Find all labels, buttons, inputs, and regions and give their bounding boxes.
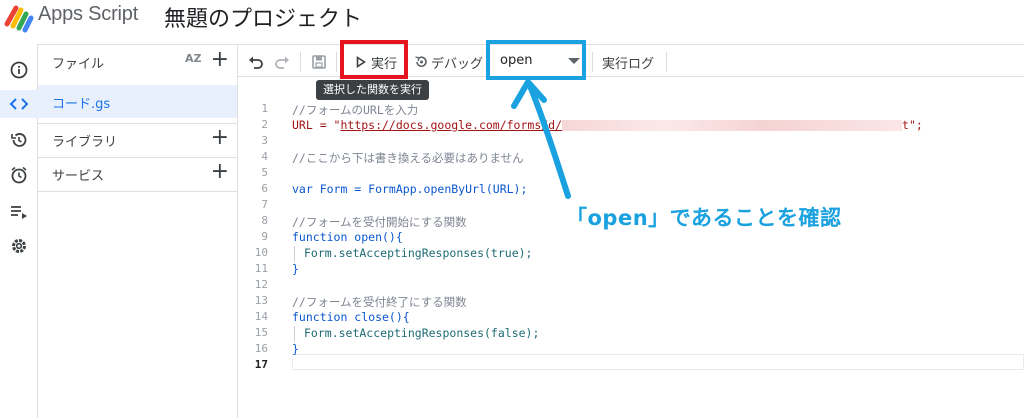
code-line-function: function open(){ [292,230,403,244]
project-title[interactable]: 無題のプロジェクト [164,1,362,33]
annotation-text: 「open」であることを確認 [566,206,842,230]
line-number: 4 [261,150,268,163]
code-line-comment: //ここから下は書き換える必要はありません [292,151,524,165]
redacted-form-id [562,120,903,131]
line-number: 11 [254,262,268,275]
sort-az-icon[interactable]: AZ [185,52,202,65]
code-icon[interactable] [0,90,38,118]
line-number: 12 [254,278,268,291]
left-rail [0,44,38,418]
settings-icon[interactable] [0,232,38,260]
libraries-header: ライブラリ + [38,123,237,156]
top-bar: Apps Script 無題のプロジェクト [0,0,1024,44]
run-highlight-box [340,40,408,79]
add-library-button[interactable]: + [211,125,229,150]
execution-log-label: 実行ログ [602,56,655,72]
line-number: 3 [261,134,268,147]
code-url-prefix: URL = " [292,118,341,132]
code-line-comment: //フォームのURLを入力 [292,103,419,117]
files-label: ファイル [52,57,105,72]
line-number: 10 [254,246,268,259]
line-number: 1 [261,102,268,115]
code-line-comment: //フォームを受付終了にする関数 [292,295,467,309]
debug-icon [415,56,427,68]
file-name: コード.gs [52,97,111,112]
undo-icon[interactable] [248,51,264,73]
code-editor[interactable]: 1 2 3 4 5 6 7 8 9 10 11 12 13 14 15 16 1… [238,78,1024,418]
add-file-button[interactable]: + [211,47,229,72]
code-line-call: Form.setAcceptingResponses(true); [304,246,533,260]
code-line-brace: } [292,342,299,356]
execution-log-button[interactable]: 実行ログ [602,51,654,73]
app-name: Apps Script [38,3,139,25]
redo-icon[interactable] [274,51,290,73]
code-url-suffix: t"; [902,118,923,132]
apps-script-logo-icon[interactable] [4,4,34,34]
code-line-comment: //フォームを受付開始にする関数 [292,215,467,229]
line-number: 13 [254,294,268,307]
files-header: ファイル AZ + [38,45,237,78]
separator [592,52,593,72]
debug-button[interactable]: デバッグ [414,51,483,73]
info-icon[interactable] [0,56,38,84]
code-line-function: function close(){ [292,310,410,324]
line-number: 2 [261,118,268,131]
line-number: 6 [261,182,268,195]
services-label: サービス [52,169,105,184]
alarm-icon[interactable] [0,161,38,189]
line-number: 9 [261,230,268,243]
file-sidebar: ファイル AZ + コード.gs ライブラリ + サービス + [38,44,238,418]
separator [666,52,667,72]
code-line-var: var Form = FormApp.openByUrl(URL); [292,182,528,196]
line-number: 5 [261,166,268,179]
code-line-brace: } [292,262,299,276]
code-line-url: URL = "https://docs.google.com/forms/d/t… [292,118,923,132]
line-number: 7 [261,198,268,211]
history-icon[interactable] [0,126,38,154]
executions-icon[interactable] [0,198,38,226]
indent-guide [294,326,295,342]
save-icon[interactable] [312,51,326,73]
annotation-arrow [511,79,571,199]
debug-label: デバッグ [431,56,484,72]
line-number: 17 [254,358,268,371]
divider [38,191,237,192]
code-line-call: Form.setAcceptingResponses(false); [304,326,540,340]
line-number: 16 [254,342,268,355]
add-service-button[interactable]: + [211,159,229,184]
libraries-label: ライブラリ [52,135,118,150]
file-item-code-gs[interactable]: コード.gs [38,85,237,118]
separator [336,52,337,72]
services-header: サービス + [38,157,237,190]
line-number: 8 [261,214,268,227]
line-number: 15 [254,326,268,339]
indent-guide [294,246,295,262]
current-line-highlight [292,354,1024,370]
separator [300,52,301,72]
line-number: 14 [254,310,268,323]
